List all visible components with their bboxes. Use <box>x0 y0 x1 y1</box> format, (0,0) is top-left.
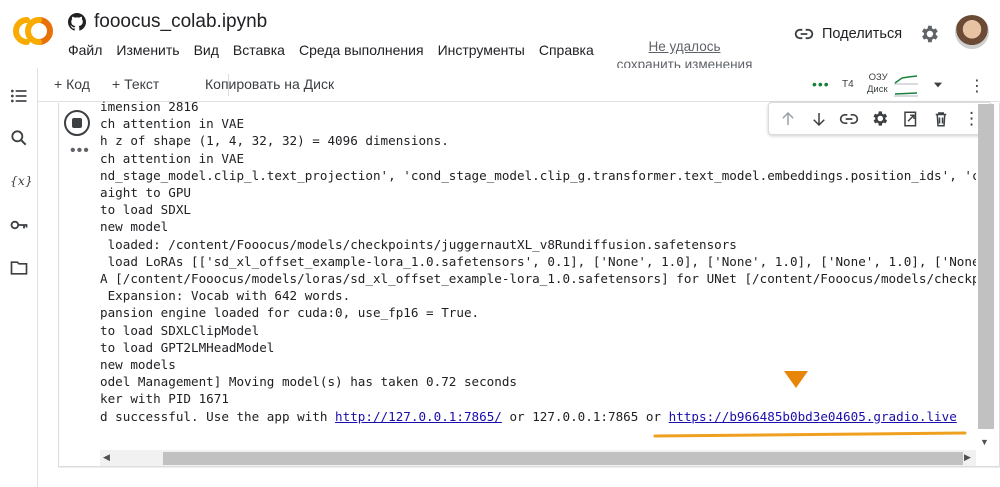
notebook-title-row: fooocus_colab.ipynb <box>68 11 267 33</box>
chevron-down-icon[interactable] <box>931 78 945 92</box>
disk-label: Диск <box>867 84 888 95</box>
scroll-right-arrow-icon[interactable]: ▶ <box>964 452 971 463</box>
output-line: Expansion: Vocab with 642 words. <box>100 288 351 304</box>
public-gradio-link[interactable]: https://b966485b0bd3e04605.gradio.live <box>669 409 957 424</box>
local-url-link[interactable]: http://127.0.0.1:7865/ <box>335 409 502 424</box>
output-line: load LoRAs [['sd_xl_offset_example-lora_… <box>100 253 976 269</box>
notebook-title[interactable]: fooocus_colab.ipynb <box>94 11 267 33</box>
cell-toolbar: ⋮ <box>768 102 992 135</box>
output-line: loaded: /content/Fooocus/models/checkpoi… <box>100 236 737 252</box>
table-of-contents-icon[interactable] <box>9 86 29 106</box>
link-icon <box>794 28 814 40</box>
menu-view[interactable]: Вид <box>194 42 219 58</box>
stop-icon <box>72 118 82 128</box>
menu-runtime[interactable]: Среда выполнения <box>299 42 424 58</box>
cell-output: imension 2816 ch attention in VAE h z of… <box>100 97 976 449</box>
left-sidebar: {x} <box>0 68 38 487</box>
github-icon[interactable] <box>68 13 86 31</box>
final-line-middle: or 127.0.0.1:7865 or <box>501 408 669 424</box>
add-text-button[interactable]: + Текст <box>112 76 159 92</box>
svg-text:{x}: {x} <box>10 173 31 188</box>
cell-output-more-icon[interactable]: ••• <box>70 142 90 160</box>
stop-execution-button[interactable] <box>64 110 90 136</box>
output-line: A [/content/Fooocus/models/loras/sd_xl_o… <box>100 271 976 287</box>
final-line-prefix: d successful. Use the app with <box>100 408 336 424</box>
cell-settings-gear-icon[interactable] <box>870 109 890 129</box>
gpu-type[interactable]: T4 <box>842 79 854 90</box>
ram-label: ОЗУ <box>868 72 888 83</box>
files-folder-icon[interactable] <box>9 258 29 278</box>
scroll-down-arrow-icon[interactable]: ▼ <box>980 437 989 447</box>
output-line: nd_stage_model.clip_l.text_projection', … <box>100 167 976 183</box>
main-menu: Файл Изменить Вид Вставка Среда выполнен… <box>68 42 594 58</box>
settings-gear-icon[interactable] <box>918 23 940 45</box>
save-status-line1[interactable]: Не удалось <box>612 38 757 56</box>
resource-usage-graph-icon[interactable] <box>894 72 918 98</box>
output-line: odel Management] Moving model(s) has tak… <box>100 374 518 390</box>
output-line: new model <box>100 219 169 235</box>
add-code-button[interactable]: + Код <box>54 76 90 92</box>
share-label: Поделиться <box>822 26 903 42</box>
output-line: ch attention in VAE <box>100 150 245 166</box>
colab-logo-icon[interactable] <box>10 14 56 48</box>
output-line-final: d successful. Use the app with http://12… <box>100 408 976 425</box>
menu-help[interactable]: Справка <box>539 42 594 58</box>
output-line: pansion engine loaded for cuda:0, use_fp… <box>100 305 480 321</box>
share-button[interactable]: Поделиться <box>794 24 902 44</box>
runtime-running-indicator-icon[interactable]: ••• <box>812 76 830 92</box>
delete-cell-trash-icon[interactable] <box>931 109 951 129</box>
cell-link-icon[interactable] <box>839 109 859 129</box>
mirror-cell-in-tab-icon[interactable] <box>901 109 921 129</box>
search-icon[interactable] <box>9 128 29 148</box>
menu-insert[interactable]: Вставка <box>233 42 285 58</box>
bottom-strip <box>58 467 1000 487</box>
move-cell-down-icon[interactable] <box>809 109 829 129</box>
secrets-key-icon[interactable] <box>9 215 29 235</box>
menu-edit[interactable]: Изменить <box>116 42 179 58</box>
menu-tools[interactable]: Инструменты <box>438 42 525 58</box>
more-vert-icon[interactable]: ⋮ <box>969 76 985 96</box>
output-line: to load GPT2LMHeadModel <box>100 339 275 355</box>
output-line: new models <box>100 357 176 373</box>
resource-labels[interactable]: ОЗУ Диск <box>867 72 888 96</box>
app-header: fooocus_colab.ipynb Файл Изменить Вид Вс… <box>0 0 1000 72</box>
user-avatar[interactable] <box>955 15 989 49</box>
vertical-scroll-thumb[interactable] <box>978 104 994 429</box>
output-line: ker with PID 1671 <box>100 391 229 407</box>
move-cell-up-icon[interactable] <box>778 109 798 129</box>
output-line: to load SDXLClipModel <box>100 322 260 338</box>
output-line: to load SDXL <box>100 202 191 218</box>
menu-file[interactable]: Файл <box>68 42 102 58</box>
output-line: aight to GPU <box>100 185 191 201</box>
horizontal-scroll-thumb[interactable] <box>163 452 963 465</box>
variables-icon[interactable]: {x} <box>7 171 31 191</box>
scroll-left-arrow-icon[interactable]: ◀ <box>103 452 110 463</box>
copy-to-drive-button[interactable]: Копировать на Диск <box>205 76 334 92</box>
